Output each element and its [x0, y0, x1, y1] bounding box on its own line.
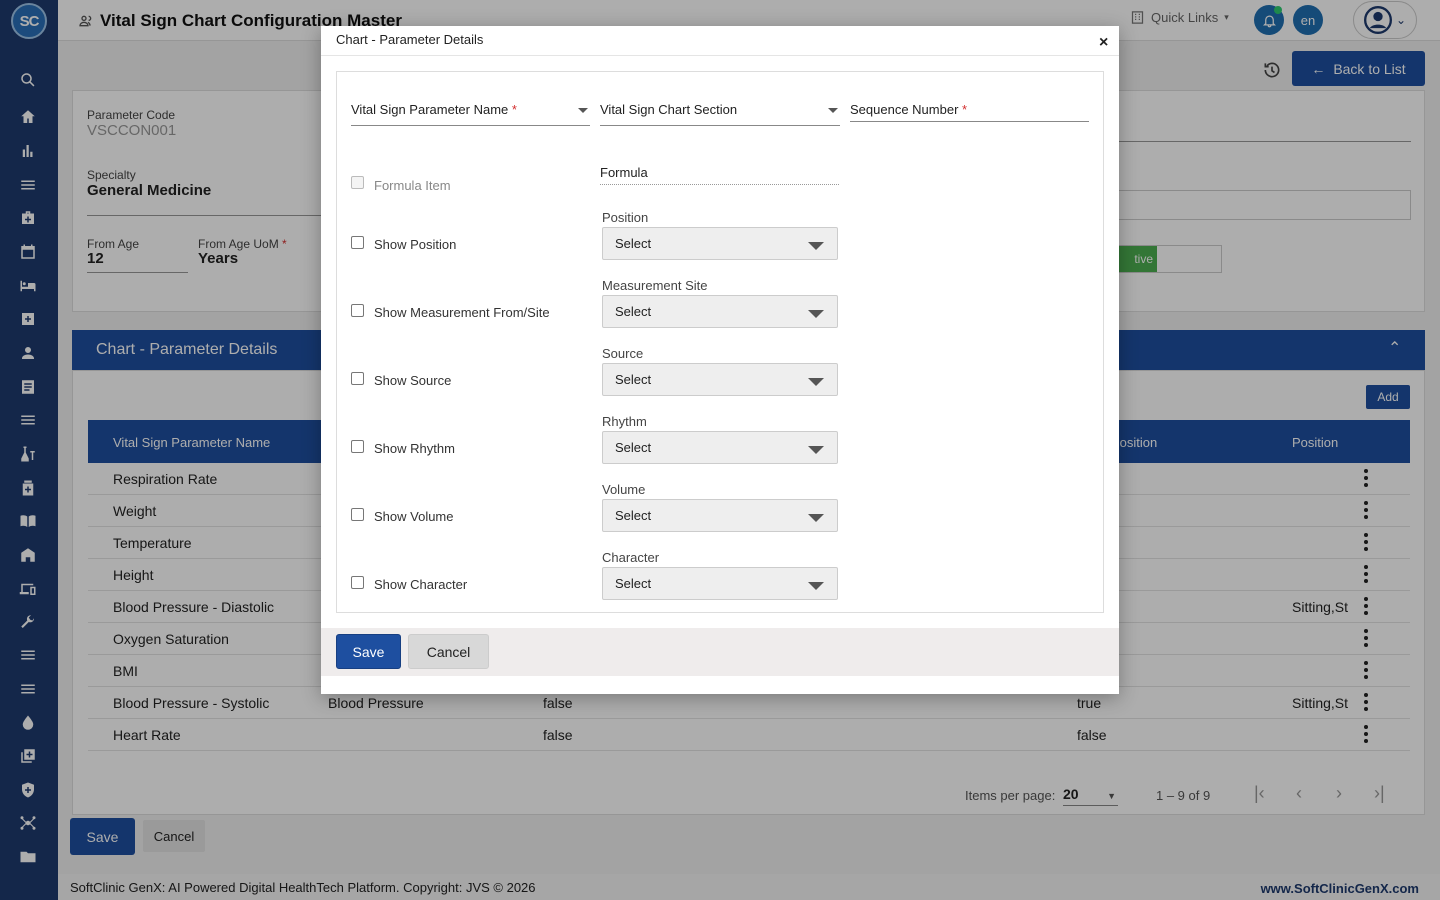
sequence-number-label: Sequence Number *	[850, 102, 968, 117]
dialog-footer: Save Cancel	[321, 628, 1119, 676]
chart-section-select[interactable]: Vital Sign Chart Section	[600, 96, 840, 126]
chevron-down-icon	[808, 378, 824, 386]
chevron-down-icon	[808, 446, 824, 454]
parameter-name-label: Vital Sign Parameter Name *	[351, 102, 517, 117]
rhythm-select-value: Select	[615, 440, 652, 455]
dialog-title: Chart - Parameter Details	[336, 32, 484, 47]
parameter-name-select[interactable]: Vital Sign Parameter Name *	[351, 96, 590, 126]
volume-select-value: Select	[615, 508, 652, 523]
dialog-form: Vital Sign Parameter Name * Vital Sign C…	[336, 71, 1104, 613]
rhythm-label: Rhythm	[602, 414, 647, 429]
formula-item-label: Formula Item	[374, 178, 451, 193]
sequence-number-input[interactable]: Sequence Number *	[850, 96, 1089, 122]
source-select-value: Select	[615, 372, 652, 387]
show-volume-checkbox[interactable]	[351, 508, 364, 521]
show-rhythm-checkbox[interactable]	[351, 440, 364, 453]
character-select[interactable]: Select	[602, 567, 838, 600]
character-label: Character	[602, 550, 660, 565]
source-select[interactable]: Select	[602, 363, 838, 396]
measurement-site-label: Measurement Site	[602, 278, 708, 293]
volume-label: Volume	[602, 482, 646, 497]
chevron-down-icon	[808, 582, 824, 590]
show-character-label: Show Character	[374, 577, 468, 592]
position-label: Position	[602, 210, 649, 225]
chevron-down-icon	[808, 514, 824, 522]
show-measurement-site-label: Show Measurement From/Site	[374, 305, 550, 320]
measurement-site-select[interactable]: Select	[602, 295, 838, 328]
show-character-checkbox[interactable]	[351, 576, 364, 589]
chevron-down-icon	[578, 108, 588, 113]
show-measurement-site-checkbox[interactable]	[351, 304, 364, 317]
chart-section-label: Vital Sign Chart Section	[600, 102, 738, 117]
chevron-down-icon	[828, 108, 838, 113]
dialog-cancel-button[interactable]: Cancel	[408, 634, 489, 669]
show-source-checkbox[interactable]	[351, 372, 364, 385]
parameter-details-dialog: Chart - Parameter Details × Vital Sign P…	[321, 26, 1119, 694]
dialog-title-bar: Chart - Parameter Details ×	[321, 26, 1119, 56]
formula-input[interactable]	[600, 184, 839, 185]
show-position-label: Show Position	[374, 237, 457, 252]
close-icon[interactable]: ×	[1099, 35, 1108, 51]
formula-label: Formula	[600, 165, 648, 180]
show-position-checkbox[interactable]	[351, 236, 364, 249]
volume-select[interactable]: Select	[602, 499, 838, 532]
measurement-site-select-value: Select	[615, 304, 652, 319]
chevron-down-icon	[808, 242, 824, 250]
position-select[interactable]: Select	[602, 227, 838, 260]
show-volume-label: Show Volume	[374, 509, 454, 524]
show-rhythm-label: Show Rhythm	[374, 441, 455, 456]
position-select-value: Select	[615, 236, 652, 251]
source-label: Source	[602, 346, 644, 361]
rhythm-select[interactable]: Select	[602, 431, 838, 464]
dialog-save-button[interactable]: Save	[336, 634, 401, 669]
character-select-value: Select	[615, 576, 652, 591]
formula-item-checkbox[interactable]	[351, 176, 364, 189]
chevron-down-icon	[808, 310, 824, 318]
show-source-label: Show Source	[374, 373, 452, 388]
